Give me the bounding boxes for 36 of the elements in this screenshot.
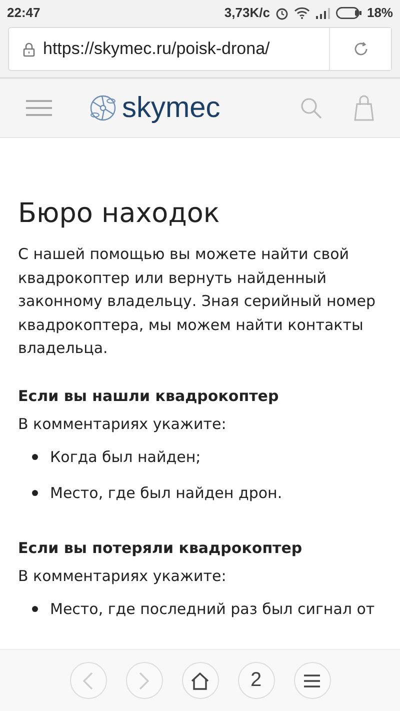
section-heading: Если вы нашли квадрокоптер	[18, 386, 280, 404]
network-speed: 3,73K/c	[224, 5, 270, 20]
home-button[interactable]	[182, 662, 218, 699]
globe-logo-icon	[88, 93, 118, 123]
section-lead: В комментариях укажите:	[18, 566, 228, 586]
menu-button[interactable]	[294, 662, 330, 699]
section-lead: В комментариях укажите:	[18, 414, 228, 434]
lock-icon	[23, 42, 35, 56]
section-heading: Если вы потеряли квадрокоптер	[18, 538, 304, 556]
chevron-right-icon	[138, 672, 150, 690]
reload-icon	[352, 41, 368, 57]
tabs-button[interactable]: 2	[238, 662, 274, 699]
logo-text[interactable]: skymec	[122, 92, 220, 124]
list-item-text: Когда был найден;	[50, 446, 201, 468]
reload-button[interactable]	[329, 28, 391, 70]
menu-icon	[304, 674, 320, 688]
signal-icon	[314, 6, 331, 18]
alarm-icon	[274, 6, 289, 20]
chevron-left-icon	[82, 672, 94, 690]
address-bar[interactable]: https://skymec.ru/poisk-drona/	[8, 27, 392, 71]
wifi-icon	[294, 6, 310, 18]
menu-icon[interactable]	[26, 100, 52, 116]
search-icon[interactable]	[300, 97, 322, 119]
battery-icon	[336, 6, 362, 18]
status-time: 22:47	[7, 5, 40, 20]
home-icon	[190, 672, 210, 690]
url-text: https://skymec.ru/poisk-drona/	[43, 39, 271, 59]
list-item-text: Место, где был найден дрон.	[50, 482, 282, 504]
battery-level: 18%	[366, 5, 393, 20]
shopping-bag-icon[interactable]	[354, 95, 374, 121]
bullet-icon	[32, 454, 38, 460]
intro-paragraph: С нашей помощью вы можете найти свой квадрокоптер или вернуть найденный законному владельцу. Зная серийный номер квадрокоптера, мы можем найти контакты владельца.	[18, 244, 377, 359]
bullet-icon	[32, 606, 38, 612]
page-title: Бюро находок	[18, 198, 221, 229]
bullet-icon	[32, 490, 38, 496]
list-item-text: Место, где последний раз был сигнал от	[50, 598, 375, 620]
